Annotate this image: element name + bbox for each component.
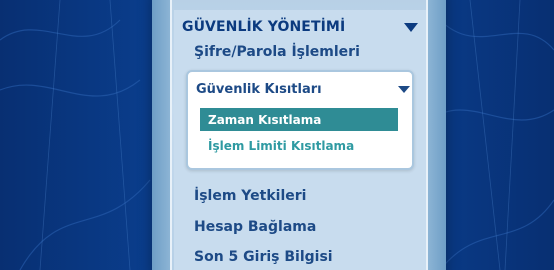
security-management-header[interactable]: GÜVENLİK YÖNETİMİ [182,15,422,39]
submenu-title: Güvenlik Kısıtları [196,81,322,97]
menu-item-transaction-permissions[interactable]: İşlem Yetkileri [194,188,306,204]
submenu-header[interactable]: Güvenlik Kısıtları [196,79,412,99]
triangle-down-icon[interactable] [398,85,410,93]
submenu-item-label: Zaman Kısıtlama [208,112,322,127]
menu-item-account-linking[interactable]: Hesap Bağlama [194,219,316,235]
menu-header-title: GÜVENLİK YÖNETİMİ [182,19,346,35]
menu-item-last-5-logins[interactable]: Son 5 Giriş Bilgisi [194,249,333,265]
submenu-item-time-restriction[interactable]: Zaman Kısıtlama [200,108,398,131]
submenu-item-transaction-limit[interactable]: İşlem Limiti Kısıtlama [208,139,354,153]
triangle-down-icon[interactable] [404,22,418,32]
menu-item-password-operations[interactable]: Şifre/Parola İşlemleri [194,44,360,60]
